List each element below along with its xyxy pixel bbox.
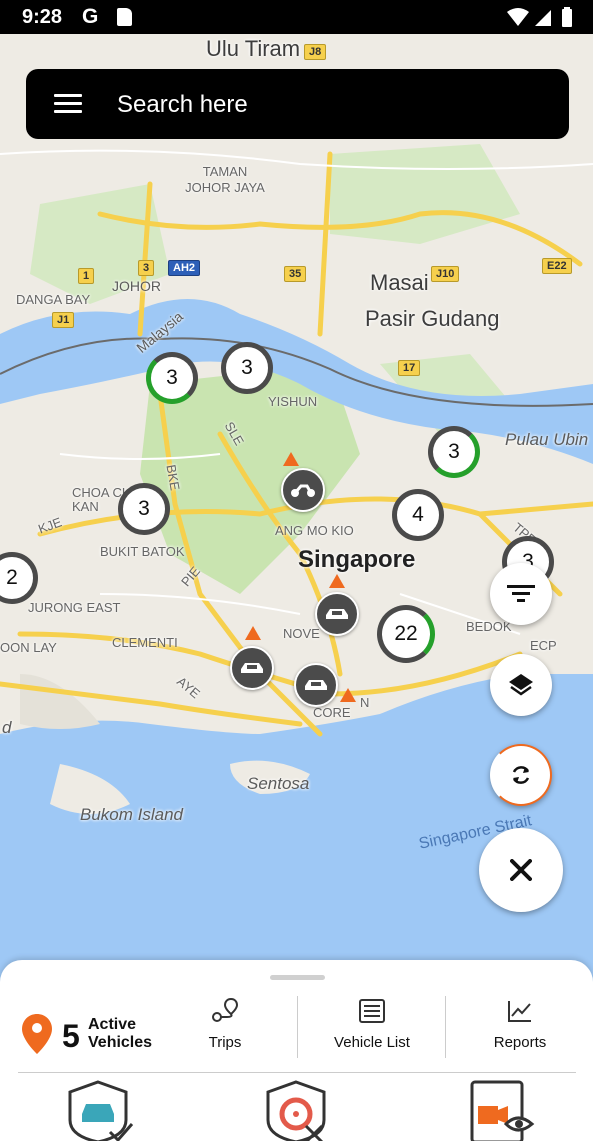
active-label: Active Vehicles <box>88 1016 153 1051</box>
map-label-n: N <box>360 695 370 710</box>
video-monitor-button[interactable] <box>470 1080 536 1141</box>
map-label-masai: Masai <box>370 270 429 295</box>
wifi-icon <box>507 8 529 26</box>
car-marker[interactable] <box>315 592 359 636</box>
map-label-taman-johor-jaya: TAMAN JOHOR JAYA <box>185 164 265 195</box>
route-shield: J8 <box>304 44 327 60</box>
route-shield: J10 <box>431 266 460 282</box>
vehicle-cluster[interactable]: 4 <box>392 489 444 541</box>
tab-reports[interactable]: Reports <box>474 996 566 1058</box>
map-label-core: CORE <box>313 705 351 720</box>
divider <box>297 996 298 1058</box>
vehicle-cluster[interactable]: 3 <box>118 483 170 535</box>
tab-vehicle-list[interactable]: Vehicle List <box>318 996 426 1058</box>
layers-button[interactable] <box>490 654 552 716</box>
tab-trips[interactable]: Trips <box>180 996 270 1058</box>
vehicle-cluster[interactable]: 3 <box>428 426 480 478</box>
map-label-johor: JOHOR <box>112 278 161 294</box>
sd-card-icon <box>117 8 132 26</box>
map-label-pasir-gudang: Pasir Gudang <box>365 306 500 331</box>
map-label-bedok: BEDOK <box>466 619 512 634</box>
car-icon <box>241 663 263 673</box>
steering-shield-x-icon <box>266 1080 326 1141</box>
map-label-bukom-island: Bukom Island <box>80 805 183 824</box>
google-icon: G <box>82 5 99 28</box>
vehicle-shield-check-icon <box>68 1080 134 1141</box>
list-icon <box>359 999 385 1023</box>
car-icon <box>305 680 327 690</box>
sheet-separator <box>18 1072 576 1073</box>
route-shield: J1 <box>52 312 75 328</box>
map-label-sentosa: Sentosa <box>247 774 310 793</box>
map-label-bukit-batok: BUKIT BATOK <box>100 544 185 559</box>
search-input[interactable]: Search here <box>117 91 248 119</box>
heading-arrow-icon <box>283 452 299 466</box>
map-label-singapore: Singapore <box>298 546 416 573</box>
map-label-jurong-east: JURONG EAST <box>28 600 121 615</box>
filter-icon <box>507 585 535 602</box>
layers-icon <box>509 674 533 696</box>
route-shield: AH2 <box>168 260 201 276</box>
filter-button[interactable] <box>490 563 552 625</box>
status-time: 9:28 <box>22 6 63 28</box>
map-label-d: d <box>2 718 12 737</box>
refresh-icon <box>512 766 530 784</box>
map-label-pulau-ubin: Pulau Ubin <box>505 430 589 449</box>
vehicle-cluster[interactable]: 3 <box>221 342 273 394</box>
sheet-drag-handle[interactable] <box>270 975 325 980</box>
divider <box>445 996 446 1058</box>
vehicle-cluster[interactable]: 3 <box>146 352 198 404</box>
route-shield: 1 <box>78 268 95 284</box>
route-shield: 3 <box>138 260 155 276</box>
location-pin-icon <box>22 1014 52 1054</box>
route-shield: 35 <box>284 266 307 282</box>
video-eye-icon <box>470 1080 535 1141</box>
tab-reports-label: Reports <box>493 1034 547 1051</box>
motorbike-marker[interactable] <box>281 468 325 512</box>
chart-icon <box>508 1001 531 1022</box>
status-bar: 9:28 G <box>0 0 593 34</box>
heading-arrow-icon <box>329 574 345 588</box>
map-label-clementi: CLEMENTI <box>112 635 178 650</box>
route-shield: E22 <box>542 258 572 274</box>
bottom-sheet[interactable]: 5 Active Vehicles Trips Vehicle List Rep… <box>0 960 593 1141</box>
active-count: 5 <box>62 1018 80 1054</box>
tab-trips-label: Trips <box>208 1034 242 1051</box>
heading-arrow-icon <box>340 688 356 702</box>
route-shield: 17 <box>398 360 421 376</box>
driver-violations-button[interactable] <box>266 1080 332 1141</box>
car-marker[interactable] <box>230 646 274 690</box>
signal-icon <box>535 10 551 26</box>
search-bar[interactable]: Search here <box>26 69 569 139</box>
vehicle-cluster[interactable]: 22 <box>377 605 435 663</box>
heading-arrow-icon <box>245 626 261 640</box>
motorbike-icon <box>291 484 315 497</box>
safe-vehicles-button[interactable] <box>68 1080 134 1141</box>
close-icon <box>510 859 532 881</box>
close-button[interactable] <box>479 828 563 912</box>
car-marker[interactable] <box>294 663 338 707</box>
status-icons <box>505 6 575 33</box>
car-icon <box>326 609 348 619</box>
map-label-ang-mo-kio: ANG MO KIO <box>275 523 354 538</box>
map-label-boon-lay: OON LAY <box>0 640 57 655</box>
refresh-button[interactable] <box>490 744 552 806</box>
map-label-yishun: YISHUN <box>268 394 318 409</box>
map-label-ecp: ECP <box>530 638 557 653</box>
map-label-ulu-tiram: Ulu Tiram <box>206 36 301 61</box>
trips-icon <box>212 997 239 1022</box>
map-label-novena: NOVE <box>283 626 320 641</box>
hamburger-menu-icon[interactable] <box>54 94 82 114</box>
battery-icon <box>562 7 572 27</box>
map-label-danga-bay: DANGA BAY <box>16 292 91 307</box>
tab-vehicle-list-label: Vehicle List <box>334 1034 410 1051</box>
